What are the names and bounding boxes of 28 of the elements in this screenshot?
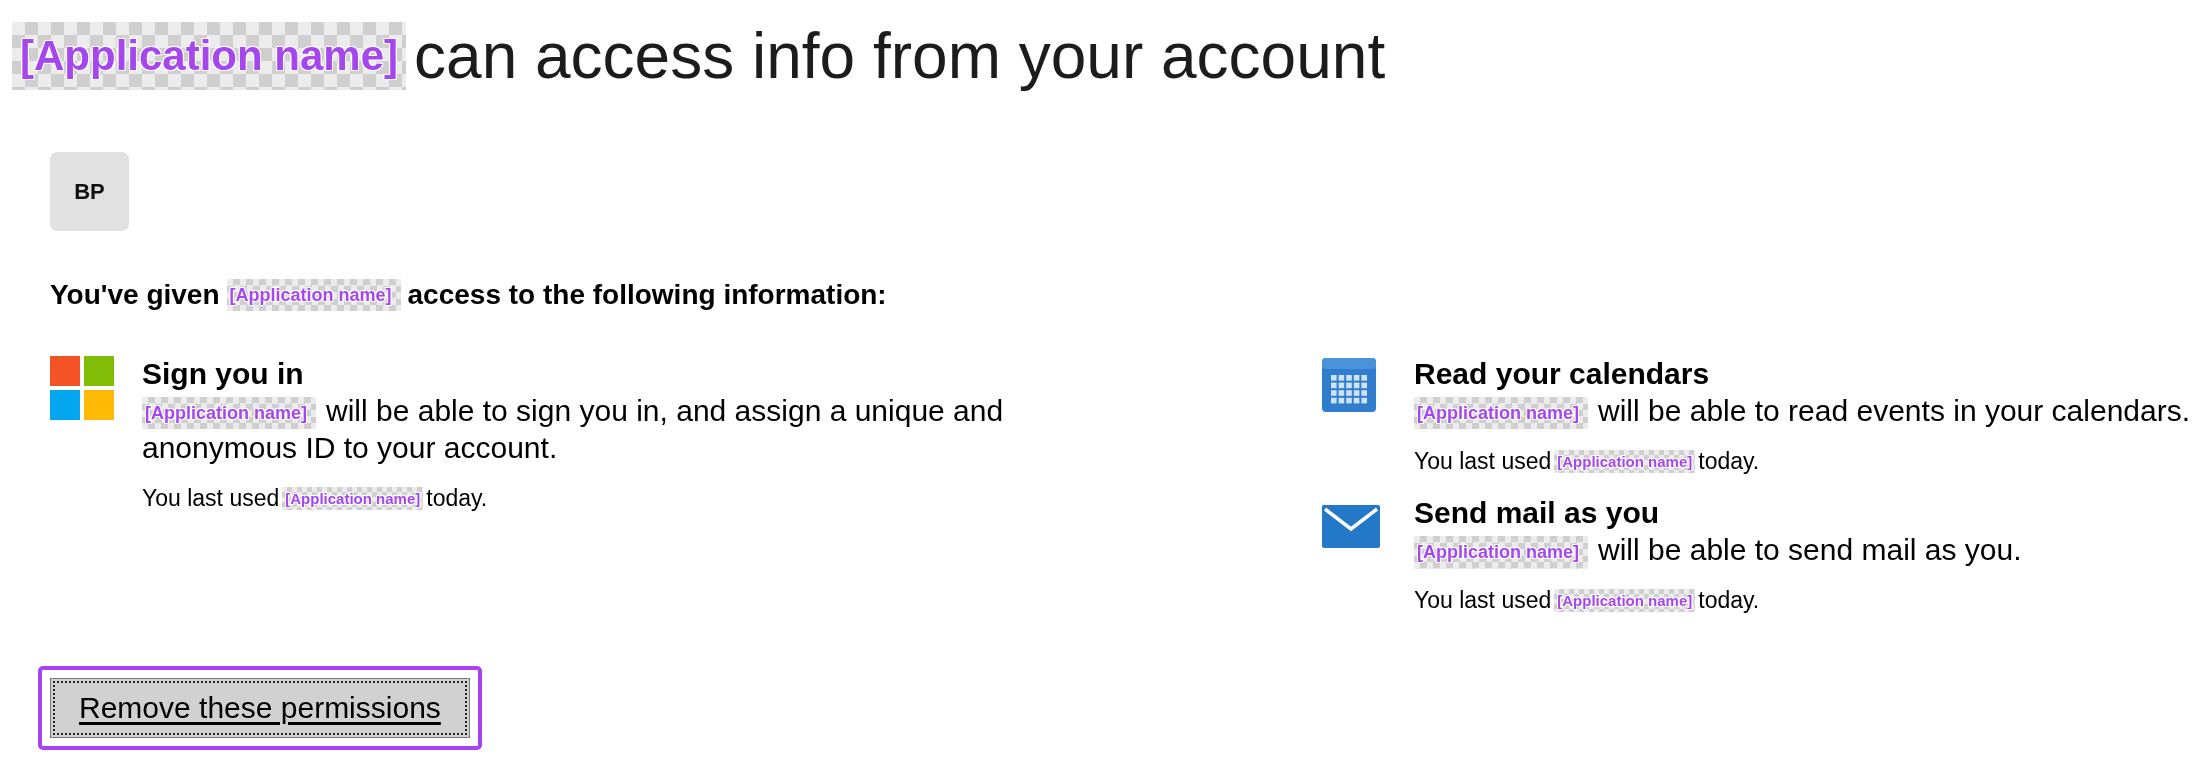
- page-title: can access info from your account: [414, 19, 1386, 94]
- remove-permissions-button[interactable]: Remove these permissions: [50, 677, 470, 738]
- permission-description: [Application name] will be able to sign you in, and assign a unique and anonymous ID to your account.: [142, 393, 1005, 467]
- app-name-tag: [Application name]: [226, 278, 401, 312]
- app-name-tag: [Application name]: [1554, 589, 1696, 613]
- app-name-tag: [Application name]: [142, 396, 316, 430]
- envelope-icon: [1322, 505, 1380, 549]
- last-used-text: today.: [426, 484, 488, 512]
- last-used-text: You last used: [142, 484, 280, 512]
- permission-description: [Application name] will be able to read events in your calendars.: [1414, 392, 2200, 430]
- app-name-tag: [Application name]: [1414, 396, 1588, 430]
- last-used-text: You last used: [1414, 447, 1552, 475]
- app-name-tag: [Application name]: [1554, 449, 1696, 474]
- permission-title: Send mail as you: [1414, 495, 1661, 532]
- four-squares-icon: [50, 356, 114, 420]
- app-name-tag: [Application name]: [282, 486, 424, 511]
- calendar-icon: [1322, 358, 1376, 412]
- app-name-tag: [Application name]: [12, 21, 407, 91]
- last-used-text: You last used: [1414, 587, 1552, 615]
- intro-text: access to the following information:: [407, 279, 887, 311]
- user-avatar: BP: [50, 152, 129, 231]
- permission-description: [Application name] will be able to send mail as you.: [1414, 531, 2200, 569]
- permission-title: Read your calendars: [1414, 356, 1711, 392]
- intro-text: You've given: [50, 279, 220, 311]
- last-used-text: today.: [1698, 587, 1760, 615]
- app-name-tag: [Application name]: [1414, 536, 1588, 569]
- permission-title: Sign you in: [142, 356, 305, 392]
- last-used-text: today.: [1698, 447, 1760, 475]
